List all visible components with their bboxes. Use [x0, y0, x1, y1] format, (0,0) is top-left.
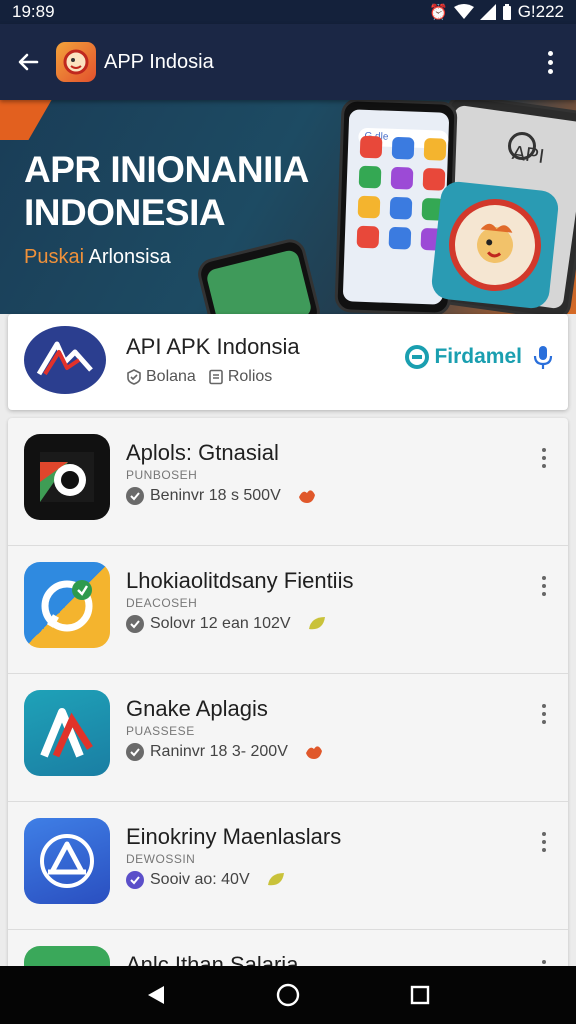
app-meta: Solovr 12 ean 102V	[126, 615, 327, 633]
featured-logo-icon	[36, 341, 93, 376]
app-logo	[56, 42, 96, 82]
featured-app-logo	[24, 326, 106, 394]
status-right-text: G!222	[517, 2, 564, 21]
app-meta-text: Raninvr 18 3- 200V	[150, 743, 288, 760]
app-title: Einokriny Maenlaslars	[126, 824, 342, 849]
item-overflow-button[interactable]	[530, 570, 558, 602]
featured-meta-item: Bolana	[126, 368, 196, 386]
nav-recents-button[interactable]	[396, 971, 444, 1019]
mascot-ring	[444, 194, 546, 296]
leaf-icon	[267, 873, 284, 886]
overflow-menu-button[interactable]	[524, 24, 576, 100]
mascot-icon	[477, 223, 513, 263]
brand-logo-icon	[405, 345, 430, 369]
featured-meta-label: Bolana	[146, 368, 196, 385]
grid-app-icon	[391, 136, 415, 160]
list-item[interactable]: Aplols: Gtnasial PUNBOSEH Beninvr 18 s 5…	[8, 418, 568, 546]
list-item[interactable]: Einokriny Maenlaslars DEWOSSIN Sooiv ao:…	[8, 802, 568, 930]
app-meta-text: Beninvr 18 s 500V	[150, 487, 281, 504]
app-meta: Sooiv ao: 40V	[126, 871, 286, 889]
item-overflow-button[interactable]	[530, 698, 558, 730]
featured-meta-label: Rolios	[227, 368, 273, 385]
circle-app-icon	[24, 434, 110, 520]
featured-right-group: Firdamel	[404, 344, 554, 370]
app-publisher: DEWOSSIN	[126, 852, 196, 866]
app-publisher: PUNBOSEH	[126, 468, 198, 482]
item-overflow-button[interactable]	[530, 442, 558, 474]
brand-label: Firdamel	[434, 345, 522, 368]
triangle-back-icon	[148, 986, 164, 1004]
status-bar: 19:89 ⏰ G!222	[0, 0, 576, 24]
status-icons: ⏰ G!222	[429, 2, 564, 22]
circle-home-icon	[276, 983, 300, 1007]
back-button[interactable]	[0, 24, 56, 100]
list-item[interactable]: Gnake Aplagis PUASSESE Raninvr 18 3- 200…	[8, 674, 568, 802]
grid-app-icon	[389, 196, 413, 220]
verified-check-icon	[126, 871, 144, 889]
signal-icon	[479, 4, 496, 20]
brand-badge[interactable]: Firdamel	[404, 344, 522, 370]
app-title: Gnake Aplagis	[126, 696, 268, 721]
grid-app-icon	[358, 165, 382, 189]
nav-back-button[interactable]	[132, 971, 180, 1019]
verified-check-icon	[126, 743, 144, 761]
grid-app-icon	[423, 137, 447, 161]
arrow-back-icon	[18, 53, 39, 71]
status-time: 19:89	[12, 2, 55, 21]
featured-app-card[interactable]: API APK Indonsia Bolana Rolios Firdamel	[8, 314, 568, 410]
item-overflow-button[interactable]	[530, 826, 558, 858]
grid-app-icon	[422, 167, 446, 191]
wifi-icon	[453, 4, 474, 19]
battery-icon	[502, 4, 511, 20]
app-meta: Beninvr 18 s 500V	[126, 487, 317, 505]
app-title: Lhokiaolitdsany Fientiis	[126, 568, 354, 593]
verified-check-icon	[126, 487, 144, 505]
app-publisher: PUASSESE	[126, 724, 195, 738]
app-publisher: DEACOSEH	[126, 596, 198, 610]
flame-icon	[298, 490, 315, 503]
system-nav-bar	[0, 966, 576, 1024]
phone-back-label: API	[510, 141, 546, 169]
app-meta-text: Sooiv ao: 40V	[150, 871, 250, 888]
square-recents-icon	[410, 985, 430, 1005]
app-title: Aplols: Gtnasial	[126, 440, 279, 465]
verified-icon	[127, 369, 141, 385]
mascot-card	[430, 180, 560, 310]
screen: 19:89 ⏰ G!222 APP Indosia APR INIONANIIA…	[0, 0, 576, 1024]
app-bar-title: APP Indosia	[104, 50, 214, 73]
app-meta: Raninvr 18 3- 200V	[126, 743, 324, 761]
flame-icon	[305, 746, 322, 759]
grid-app-icon	[390, 166, 414, 190]
verified-check-icon	[126, 615, 144, 633]
more-vert-icon	[547, 50, 553, 74]
mascot-icon	[63, 49, 89, 75]
leaf-icon	[308, 617, 325, 630]
alarm-icon: ⏰	[429, 3, 448, 21]
mic-icon[interactable]	[532, 344, 554, 370]
list-item[interactable]: Lhokiaolitdsany Fientiis DEACOSEH Solovr…	[8, 546, 568, 674]
triangle-app-icon	[24, 690, 110, 776]
chat-app-icon	[24, 562, 110, 648]
app-bar: APP Indosia	[0, 24, 576, 100]
phone-app-grid	[356, 135, 449, 251]
nav-home-button[interactable]	[264, 971, 312, 1019]
store-app-icon	[24, 818, 110, 904]
phone-illustration-small	[194, 236, 324, 314]
grid-app-icon	[357, 195, 381, 219]
app-list: Aplols: Gtnasial PUNBOSEH Beninvr 18 s 5…	[8, 418, 568, 978]
document-icon	[209, 369, 223, 385]
grid-app-icon	[388, 226, 412, 250]
app-meta-text: Solovr 12 ean 102V	[150, 615, 291, 632]
featured-meta-item: Rolios	[208, 368, 272, 386]
featured-app-meta: Bolana Rolios	[126, 368, 272, 386]
grid-app-icon	[356, 225, 380, 249]
featured-app-title: API APK Indonsia	[126, 334, 300, 359]
banner-illustration: API G.dle	[0, 100, 576, 314]
grid-app-icon	[359, 135, 383, 159]
